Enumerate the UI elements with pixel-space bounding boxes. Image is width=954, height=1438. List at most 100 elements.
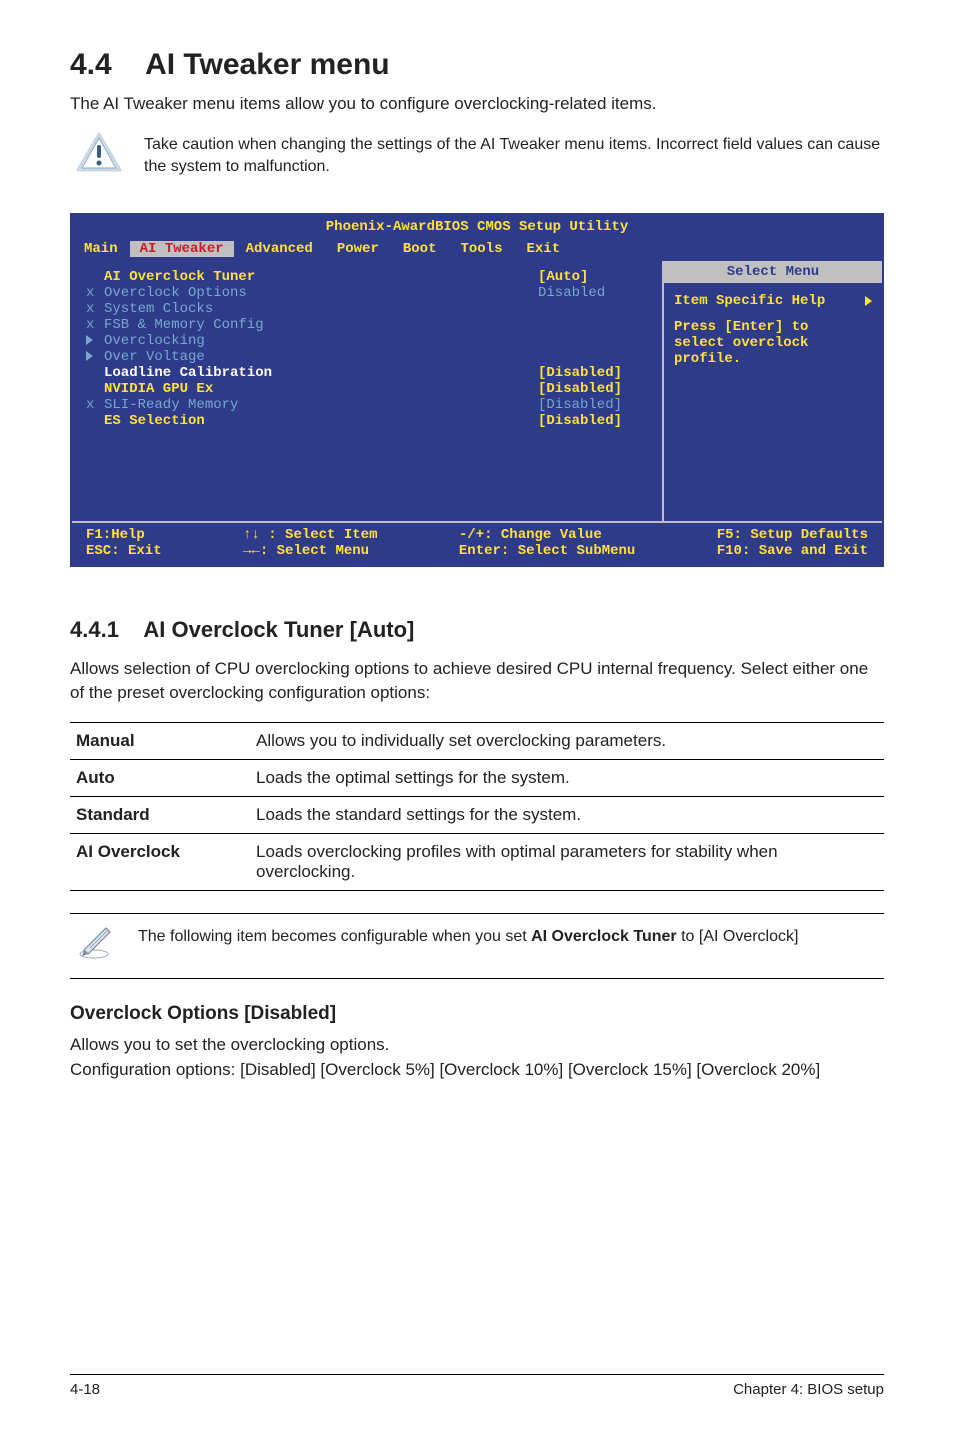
change-value: -/+: Change Value [459, 527, 602, 543]
section-heading: 4.4 AI Tweaker menu [70, 48, 884, 82]
note-pre: The following item becomes configurable … [138, 928, 531, 945]
bios-item-value [538, 301, 648, 317]
caution-icon [76, 132, 122, 172]
triangle-right-icon [865, 296, 872, 306]
bios-item-label: ES Selection [104, 413, 538, 429]
option-name: Manual [70, 723, 250, 760]
bios-item-row[interactable]: xSLI-Ready Memory[Disabled] [86, 397, 648, 413]
bios-item-value: [Disabled] [538, 381, 648, 397]
triangle-right-icon [86, 351, 93, 361]
bios-item-label: Loadline Calibration [104, 365, 538, 381]
bios-help-title: Item Specific Help [674, 293, 825, 309]
bios-item-label: Overclock Options [104, 285, 538, 301]
option-desc: Loads overclocking profiles with optimal… [250, 834, 884, 891]
table-row: ManualAllows you to individually set ove… [70, 723, 884, 760]
pencil-icon [76, 920, 116, 960]
overclock-options-heading: Overclock Options [Disabled] [70, 1003, 884, 1025]
subsection-heading: 4.4.1 AI Overclock Tuner [Auto] [70, 617, 884, 643]
bios-item-row[interactable]: NVIDIA GPU Ex[Disabled] [86, 381, 648, 397]
bios-help-line3: profile. [674, 351, 872, 367]
bios-footer: F1:Help ESC: Exit ↑↓ : Select Item →←: S… [72, 521, 882, 565]
section-title-text: AI Tweaker menu [145, 48, 390, 81]
caution-callout: Take caution when changing the settings … [70, 132, 884, 179]
bios-item-value: [Auto] [538, 269, 648, 285]
section-number: 4.4 [70, 48, 112, 81]
select-item: ↑↓ : Select Item [243, 527, 377, 543]
bios-item-row[interactable]: xOverclock OptionsDisabled [86, 285, 648, 301]
f1-help: F1:Help [86, 527, 145, 543]
bios-tab-boot[interactable]: Boot [391, 241, 449, 257]
table-row: AI OverclockLoads overclocking profiles … [70, 834, 884, 891]
triangle-right-icon [86, 335, 93, 345]
select-submenu: Enter: Select SubMenu [459, 543, 635, 559]
bios-item-label: SLI-Ready Memory [104, 397, 538, 413]
bios-item-value: Disabled [538, 285, 648, 301]
row-marker: x [86, 397, 104, 413]
row-marker: x [86, 317, 104, 333]
caution-text: Take caution when changing the settings … [144, 132, 884, 179]
bios-item-value: [Disabled] [538, 413, 648, 429]
bios-item-label: FSB & Memory Config [104, 317, 538, 333]
bios-item-label: NVIDIA GPU Ex [104, 381, 538, 397]
bios-tab-ai-tweaker[interactable]: AI Tweaker [130, 241, 234, 257]
note-post: to [AI Overclock] [677, 928, 799, 945]
row-marker [86, 269, 104, 285]
options-table: ManualAllows you to individually set ove… [70, 722, 884, 891]
bios-help-panel: Select Menu Item Specific Help Press [En… [662, 261, 882, 521]
select-menu: →←: Select Menu [243, 543, 369, 559]
table-row: StandardLoads the standard settings for … [70, 797, 884, 834]
bios-item-label: Over Voltage [104, 349, 538, 365]
note-text: The following item becomes configurable … [138, 920, 798, 948]
chapter-label: Chapter 4: BIOS setup [733, 1381, 884, 1398]
bios-item-value: [Disabled] [538, 397, 648, 413]
subsection-title-text: AI Overclock Tuner [Auto] [143, 617, 414, 642]
submenu-triangle-icon [86, 333, 104, 349]
bios-help-line2: select overclock [674, 335, 872, 351]
subsection-number: 4.4.1 [70, 617, 119, 642]
bios-window: Phoenix-AwardBIOS CMOS Setup Utility Mai… [70, 213, 884, 567]
bios-item-row[interactable]: AI Overclock Tuner[Auto] [86, 269, 648, 285]
bios-content: AI Overclock Tuner[Auto]xOverclock Optio… [72, 261, 882, 521]
bios-footer-col3: -/+: Change Value Enter: Select SubMenu [459, 527, 635, 559]
bios-help-title-row: Item Specific Help [674, 293, 872, 309]
option-name: Auto [70, 760, 250, 797]
bios-item-value [538, 317, 648, 333]
bios-help-body: Item Specific Help Press [Enter] to sele… [664, 283, 882, 377]
bios-item-label: AI Overclock Tuner [104, 269, 538, 285]
bios-item-row[interactable]: xSystem Clocks [86, 301, 648, 317]
bios-tab-tools[interactable]: Tools [448, 241, 514, 257]
esc-exit: ESC: Exit [86, 543, 162, 559]
bios-item-row[interactable]: Over Voltage [86, 349, 648, 365]
option-desc: Loads the standard settings for the syst… [250, 797, 884, 834]
bios-help-header: Select Menu [664, 261, 882, 283]
bios-help-line1: Press [Enter] to [674, 319, 872, 335]
section-intro: The AI Tweaker menu items allow you to c… [70, 94, 884, 114]
setup-defaults: F5: Setup Defaults [717, 527, 868, 543]
bios-item-row[interactable]: xFSB & Memory Config [86, 317, 648, 333]
note-callout: The following item becomes configurable … [70, 913, 884, 979]
bios-menubar: Main AI Tweaker Advanced Power Boot Tool… [72, 239, 882, 261]
save-exit: F10: Save and Exit [717, 543, 868, 559]
option-name: Standard [70, 797, 250, 834]
row-marker: x [86, 301, 104, 317]
bios-footer-col1: F1:Help ESC: Exit [86, 527, 162, 559]
bios-item-label: Overclocking [104, 333, 538, 349]
bios-item-label: System Clocks [104, 301, 538, 317]
option-name: AI Overclock [70, 834, 250, 891]
bios-item-row[interactable]: Loadline Calibration[Disabled] [86, 365, 648, 381]
bios-item-value: [Disabled] [538, 365, 648, 381]
bios-tab-advanced[interactable]: Advanced [234, 241, 325, 257]
note-bold: AI Overclock Tuner [531, 928, 677, 945]
bios-item-list: AI Overclock Tuner[Auto]xOverclock Optio… [72, 261, 662, 521]
row-marker [86, 365, 104, 381]
bios-item-row[interactable]: ES Selection[Disabled] [86, 413, 648, 429]
bios-footer-col2: ↑↓ : Select Item →←: Select Menu [243, 527, 377, 559]
bios-tab-power[interactable]: Power [325, 241, 391, 257]
overclock-line1: Allows you to set the overclocking optio… [70, 1033, 884, 1058]
bios-item-row[interactable]: Overclocking [86, 333, 648, 349]
overclock-line2: Configuration options: [Disabled] [Overc… [70, 1058, 884, 1083]
option-desc: Loads the optimal settings for the syste… [250, 760, 884, 797]
bios-tab-main[interactable]: Main [72, 241, 130, 257]
bios-tab-exit[interactable]: Exit [514, 241, 572, 257]
table-row: AutoLoads the optimal settings for the s… [70, 760, 884, 797]
